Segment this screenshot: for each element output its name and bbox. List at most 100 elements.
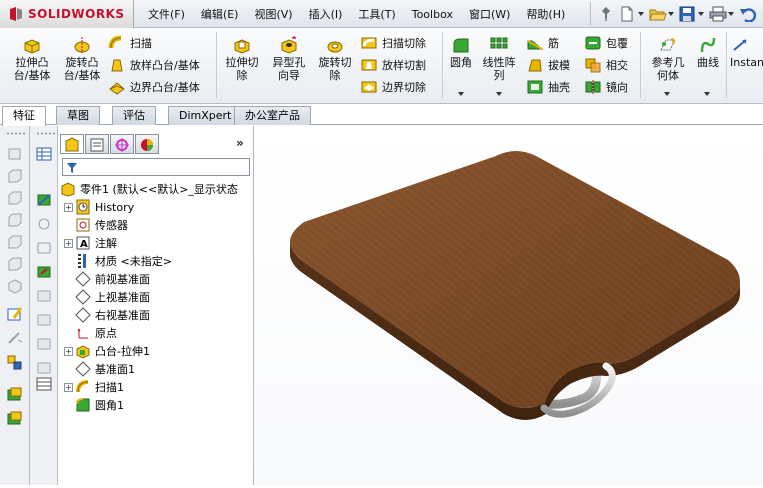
tab-features[interactable]: 特征: [2, 106, 46, 126]
mirror-button[interactable]: 镜向: [584, 77, 628, 97]
linear-pattern-button[interactable]: 线性阵 列: [478, 36, 520, 82]
loft-cut-button[interactable]: 放样切割: [360, 55, 426, 75]
expand-toggle-icon[interactable]: +: [64, 382, 73, 392]
tab-office-products[interactable]: 办公室产品: [234, 106, 311, 125]
tab-feature-manager[interactable]: [60, 134, 84, 154]
expand-toggle-icon[interactable]: +: [64, 238, 73, 248]
tree-item-front-plane[interactable]: 前视基准面: [75, 270, 150, 288]
display-toggle-icon[interactable]: [35, 264, 53, 280]
assembly-icon[interactable]: [6, 410, 24, 426]
menu-insert[interactable]: 插入(I): [301, 6, 351, 22]
loft-boss-button[interactable]: 放样凸台/基体: [108, 55, 200, 75]
boundary-boss-button[interactable]: 边界凸台/基体: [108, 77, 200, 97]
sketch-icon[interactable]: [6, 306, 24, 322]
open-button[interactable]: [647, 3, 675, 25]
revolve-cut-label: 旋转切 除: [318, 56, 352, 82]
reference-geometry-button[interactable]: 参考几 何体: [646, 36, 690, 82]
front-view-icon[interactable]: [6, 146, 24, 162]
wrap-icon: [585, 36, 601, 50]
undo-button[interactable]: [737, 3, 759, 25]
toolbar-grip[interactable]: [6, 132, 26, 135]
menu-view[interactable]: 视图(V): [246, 6, 300, 22]
left-view-icon[interactable]: [6, 190, 24, 206]
tree-item-right-plane[interactable]: 右视基准面: [75, 306, 150, 324]
sweep-button[interactable]: 扫描: [108, 33, 152, 53]
menu-file[interactable]: 文件(F): [140, 6, 193, 22]
tab-display-manager[interactable]: [135, 134, 159, 154]
menu-help[interactable]: 帮助(H): [518, 6, 573, 22]
revolve-cut-button[interactable]: 旋转切 除: [312, 36, 358, 82]
tab-dimxpert[interactable]: DimXpert: [168, 106, 243, 125]
tab-property-manager[interactable]: [85, 134, 109, 154]
tree-item-origin[interactable]: 原点: [75, 324, 117, 342]
plane-icon: [75, 271, 91, 287]
save-button[interactable]: [677, 3, 705, 25]
bottom-view-icon[interactable]: [6, 256, 24, 272]
tree-item-plane1[interactable]: 基准面1: [75, 360, 135, 378]
tree-item-top-plane[interactable]: 上视基准面: [75, 288, 150, 306]
pin-icon[interactable]: [597, 3, 615, 25]
tree-item-annotations[interactable]: + A 注解: [64, 234, 117, 252]
shell-button[interactable]: 抽壳: [526, 77, 570, 97]
isometric-view-icon[interactable]: [6, 278, 24, 294]
brand-name: SOLIDWORKS: [28, 7, 125, 21]
snap-icon[interactable]: [35, 216, 53, 232]
tab-sketch[interactable]: 草图: [56, 106, 100, 125]
hole-wizard-button[interactable]: 异型孔 向导: [266, 36, 312, 82]
curves-dropdown-icon[interactable]: [704, 92, 710, 96]
relations-icon[interactable]: [6, 354, 24, 370]
right-view-icon[interactable]: [6, 212, 24, 228]
toolbar-grip[interactable]: [36, 132, 56, 135]
new-document-button[interactable]: [617, 3, 645, 25]
extrude-boss-icon: [24, 39, 40, 54]
tree-item-boss-extrude1[interactable]: + 凸台-拉伸1: [64, 342, 150, 360]
section-view-icon[interactable]: [35, 312, 53, 328]
revolve-boss-button[interactable]: 旋转凸 台/基体: [58, 36, 106, 82]
tree-item-material[interactable]: 材质 <未指定>: [75, 252, 172, 270]
intersect-button[interactable]: 相交: [584, 55, 628, 75]
tree-item-sensors[interactable]: 传感器: [75, 216, 128, 234]
ref-geometry-dropdown-icon[interactable]: [664, 92, 670, 96]
tab-dimxpert-label: DimXpert: [179, 109, 232, 122]
menu-tools[interactable]: 工具(T): [350, 6, 403, 22]
tree-item-sweep1[interactable]: + 扫描1: [64, 378, 124, 396]
expand-toggle-icon[interactable]: +: [64, 202, 73, 212]
extrude-cut-button[interactable]: 拉伸切 除: [220, 36, 264, 82]
tree-item-history[interactable]: + History: [64, 198, 134, 216]
tree-root-part[interactable]: 零件1 (默认<<默认>_显示状态: [60, 180, 238, 198]
rib-button[interactable]: 筋: [526, 33, 559, 53]
draft-button[interactable]: 拔模: [526, 55, 570, 75]
fillet-button[interactable]: 圆角: [446, 36, 476, 69]
grid-icon[interactable]: [35, 240, 53, 256]
boundary-cut-button[interactable]: 边界切除: [360, 77, 426, 97]
instant3d-toggle-icon[interactable]: [35, 192, 53, 208]
rotate-view-icon[interactable]: [35, 360, 53, 376]
menu-window[interactable]: 窗口(W): [461, 6, 518, 22]
table-icon[interactable]: [35, 146, 53, 162]
sweep-cut-button[interactable]: 扫描切除: [360, 33, 426, 53]
menu-toolbox[interactable]: Toolbox: [404, 8, 461, 21]
expand-toggle-icon[interactable]: +: [64, 346, 73, 356]
wrap-button[interactable]: 包覆: [584, 33, 628, 53]
tab-configuration-manager[interactable]: [110, 134, 134, 154]
menu-edit[interactable]: 编辑(E): [193, 6, 247, 22]
pattern-dropdown-icon[interactable]: [496, 92, 502, 96]
zoom-area-icon[interactable]: [35, 336, 53, 352]
extrude-boss-button[interactable]: 拉伸凸 台/基体: [8, 36, 56, 82]
graphics-viewport[interactable]: [254, 126, 763, 485]
features-icon[interactable]: [6, 386, 24, 402]
instant3d-button[interactable]: Instan: [730, 36, 763, 69]
print-button[interactable]: [707, 3, 735, 25]
tree-item-fillet1[interactable]: 圆角1: [75, 396, 124, 414]
tab-evaluate[interactable]: 评估: [112, 106, 156, 125]
smart-dimension-icon[interactable]: [6, 330, 24, 346]
view-settings-icon[interactable]: [35, 288, 53, 304]
curves-button[interactable]: 曲线: [692, 36, 724, 69]
properties-table-icon[interactable]: [35, 376, 53, 392]
expand-panel-icon[interactable]: »: [236, 136, 244, 150]
solidworks-logo[interactable]: SOLIDWORKS: [0, 0, 134, 28]
tree-filter-input[interactable]: [62, 158, 250, 176]
fillet-dropdown-icon[interactable]: [458, 92, 464, 96]
back-view-icon[interactable]: [6, 168, 24, 184]
top-view-icon[interactable]: [6, 234, 24, 250]
